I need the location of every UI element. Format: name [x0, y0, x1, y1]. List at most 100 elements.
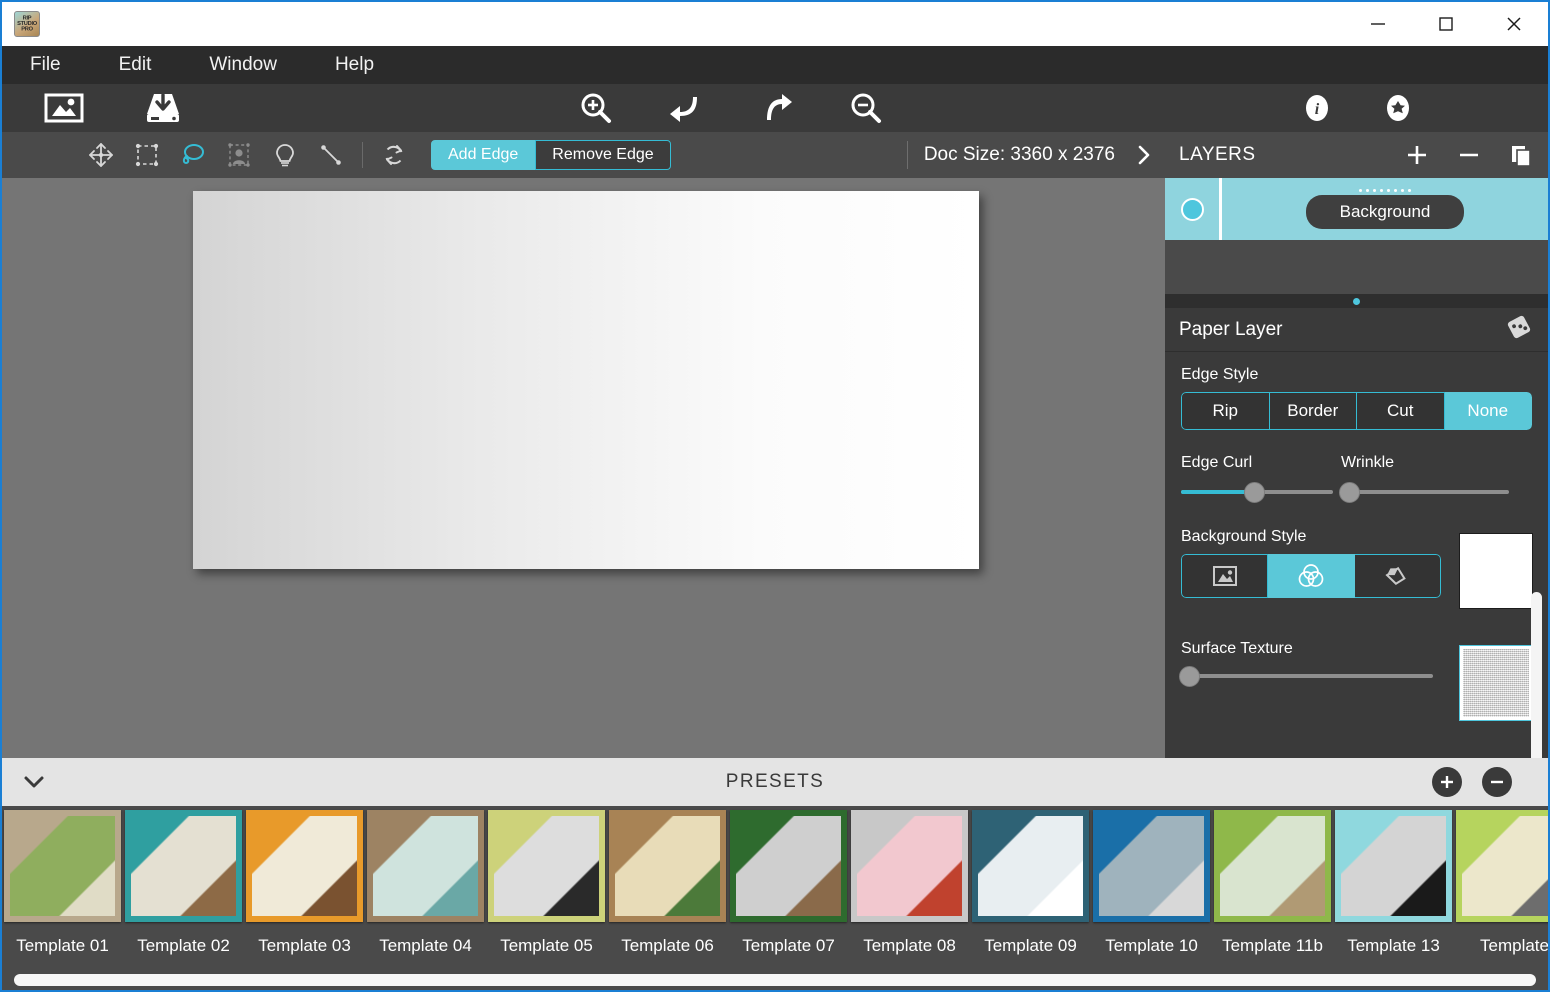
presets-scroll-area[interactable] [2, 968, 1548, 990]
reset-rotate-tool[interactable] [371, 132, 417, 178]
preset-label: Template 03 [258, 936, 351, 955]
preset-label: Template 07 [742, 936, 835, 955]
preset-item[interactable]: Template 02 [123, 806, 244, 968]
document-paper[interactable] [193, 191, 979, 569]
edge-curl-slider-knob[interactable] [1244, 482, 1265, 503]
lasso-tool[interactable] [170, 132, 216, 178]
preset-thumbnail[interactable] [609, 810, 726, 922]
edge-curl-slider[interactable] [1181, 482, 1333, 503]
preset-thumbnail[interactable] [1093, 810, 1210, 922]
save-image-icon[interactable] [139, 84, 187, 132]
close-icon[interactable] [1480, 2, 1548, 46]
remove-preset-button[interactable] [1482, 767, 1512, 797]
preset-item[interactable]: Template 09 [970, 806, 1091, 968]
edge-style-cut[interactable]: Cut [1357, 392, 1445, 430]
remove-edge-button[interactable]: Remove Edge [535, 140, 671, 170]
drag-handle-icon[interactable] [1359, 189, 1411, 192]
presets-buttons [1432, 767, 1548, 797]
add-edge-button[interactable]: Add Edge [431, 140, 536, 170]
preset-item[interactable]: Template 10 [1091, 806, 1212, 968]
background-color-swatch[interactable] [1459, 533, 1533, 609]
edge-style-none[interactable]: None [1444, 392, 1532, 430]
preset-item[interactable]: Template [1454, 806, 1548, 968]
paper-layer-controls: Edge Style Rip Border Cut None Edge Curl [1165, 352, 1548, 760]
preset-item[interactable]: Template 04 [365, 806, 486, 968]
preset-item[interactable]: Template 03 [244, 806, 365, 968]
minimize-icon[interactable] [1344, 2, 1412, 46]
undo-icon[interactable] [661, 84, 709, 132]
line-tool[interactable] [308, 132, 354, 178]
svg-text:i: i [1315, 101, 1320, 118]
preset-item[interactable]: Template 07 [728, 806, 849, 968]
preset-thumbnail[interactable] [1214, 810, 1331, 922]
zoom-in-icon[interactable] [572, 84, 620, 132]
presets-horizontal-scrollbar[interactable] [14, 974, 1536, 986]
menu-help[interactable]: Help [319, 46, 390, 84]
wrinkle-slider-knob[interactable] [1339, 482, 1360, 503]
preset-thumbnail[interactable] [972, 810, 1089, 922]
wrinkle-block: Wrinkle [1333, 454, 1523, 503]
chevron-right-icon[interactable] [1123, 132, 1165, 178]
presets-strip[interactable]: Template 01 Template 02 Template 03 Templat… [2, 806, 1548, 968]
add-layer-button[interactable] [1404, 142, 1430, 168]
preset-thumbnail[interactable] [367, 810, 484, 922]
layer-main[interactable]: Background [1222, 189, 1548, 229]
canvas-area[interactable] [2, 178, 1165, 758]
preset-thumbnail[interactable] [4, 810, 121, 922]
wrinkle-slider[interactable] [1339, 482, 1523, 503]
image-fill-icon[interactable] [1181, 554, 1269, 598]
color-wheel-icon[interactable] [1268, 554, 1355, 598]
preset-thumbnail[interactable] [730, 810, 847, 922]
preset-thumbnail[interactable] [851, 810, 968, 922]
move-tool[interactable] [78, 132, 124, 178]
edge-style-border[interactable]: Border [1269, 392, 1357, 430]
panel-splitter[interactable] [1165, 294, 1548, 308]
preset-thumbnail[interactable] [488, 810, 605, 922]
presets-title: PRESETS [725, 771, 825, 792]
maximize-icon[interactable] [1412, 2, 1480, 46]
preset-item[interactable]: Template 11b [1212, 806, 1333, 968]
preset-thumbnail[interactable] [246, 810, 363, 922]
preset-item[interactable]: Template 01 [2, 806, 123, 968]
layer-visibility-toggle[interactable] [1165, 197, 1219, 221]
surface-texture-swatch[interactable] [1459, 645, 1533, 721]
crop-tool[interactable] [124, 132, 170, 178]
add-preset-button[interactable] [1432, 767, 1462, 797]
menu-window[interactable]: Window [193, 46, 293, 84]
dice-icon[interactable] [1504, 314, 1534, 345]
paper-layer-title: Paper Layer [1179, 318, 1283, 340]
preset-thumbnail[interactable] [125, 810, 242, 922]
preset-item[interactable]: Template 06 [607, 806, 728, 968]
visibility-dot-icon [1180, 197, 1204, 221]
preset-label: Template 11b [1222, 936, 1323, 955]
open-image-icon[interactable] [40, 84, 88, 132]
settings-icon[interactable] [1375, 84, 1421, 132]
edge-style-group: Rip Border Cut None [1181, 392, 1532, 430]
paint-bucket-icon[interactable] [1354, 554, 1441, 598]
redo-icon[interactable] [754, 84, 802, 132]
preset-thumbnail[interactable] [1335, 810, 1452, 922]
surface-texture-slider[interactable] [1179, 666, 1446, 687]
layer-name-label[interactable]: Background [1305, 195, 1465, 229]
portrait-tool[interactable] [216, 132, 262, 178]
edge-style-rip[interactable]: Rip [1181, 392, 1270, 430]
panel-vertical-scrollbar[interactable] [1531, 592, 1542, 760]
layer-row[interactable]: Background [1165, 178, 1548, 240]
chevron-down-icon[interactable] [2, 773, 66, 791]
preset-item[interactable]: Template 08 [849, 806, 970, 968]
background-style-group [1181, 554, 1441, 598]
lighting-tool[interactable] [262, 132, 308, 178]
layers-header: LAYERS [1165, 132, 1548, 178]
preset-thumbnail[interactable] [1456, 810, 1548, 922]
preset-item[interactable]: Template 13 [1333, 806, 1454, 968]
window-controls [1344, 2, 1548, 46]
preset-item[interactable]: Template 05 [486, 806, 607, 968]
remove-layer-button[interactable] [1456, 142, 1482, 168]
zoom-out-icon[interactable] [842, 84, 890, 132]
menu-bar: File Edit Window Help [2, 46, 1548, 84]
duplicate-layer-button[interactable] [1508, 142, 1534, 168]
surface-texture-slider-knob[interactable] [1179, 666, 1200, 687]
info-icon[interactable]: i [1294, 84, 1340, 132]
menu-file[interactable]: File [14, 46, 77, 84]
menu-edit[interactable]: Edit [103, 46, 168, 84]
